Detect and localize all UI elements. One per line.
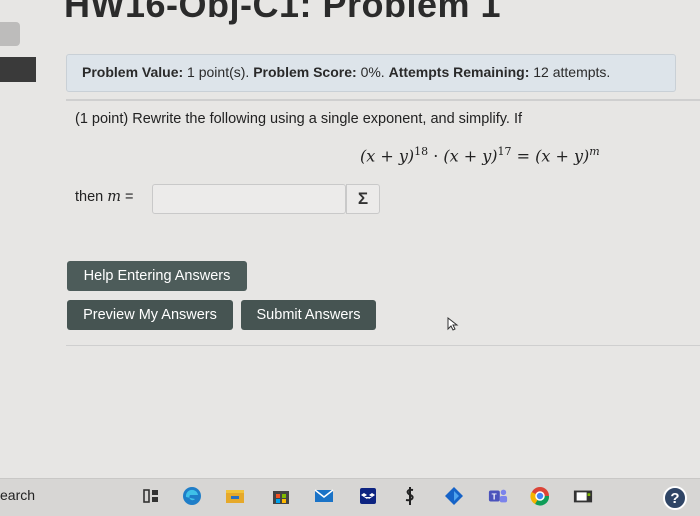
answer-input[interactable] bbox=[152, 184, 346, 214]
edge-browser-icon[interactable] bbox=[182, 486, 202, 506]
help-entering-answers-button[interactable]: Help Entering Answers bbox=[67, 261, 247, 291]
onedrive-icon[interactable] bbox=[444, 486, 464, 506]
taskbar: earch T ? bbox=[0, 478, 700, 516]
equation-base-1: (x + y) bbox=[360, 146, 415, 166]
teams-icon[interactable]: T bbox=[488, 486, 508, 506]
equation-editor-button[interactable]: Σ bbox=[346, 184, 380, 214]
divider-bottom bbox=[66, 345, 700, 346]
submit-answers-button[interactable]: Submit Answers bbox=[241, 300, 376, 330]
problem-value-label: Problem Value: bbox=[82, 64, 184, 80]
chrome-icon[interactable] bbox=[530, 486, 550, 506]
divider-top bbox=[66, 99, 700, 101]
equation: (x + y)18 · (x + y)17 = (x + y)m bbox=[360, 145, 600, 165]
camera-app-icon[interactable] bbox=[573, 486, 593, 506]
taskbar-search[interactable]: earch bbox=[0, 487, 35, 503]
side-tab[interactable] bbox=[0, 22, 20, 46]
file-explorer-icon[interactable] bbox=[225, 486, 245, 506]
equation-exp-2: 17 bbox=[497, 145, 512, 158]
store-icon[interactable] bbox=[271, 486, 291, 506]
dropbox-icon[interactable] bbox=[358, 486, 378, 506]
problem-info-bar: Problem Value: 1 point(s). Problem Score… bbox=[66, 54, 676, 92]
mouse-cursor-icon bbox=[447, 317, 459, 331]
answer-variable: m bbox=[107, 189, 122, 205]
help-icon[interactable]: ? bbox=[663, 486, 687, 510]
dollar-app-icon[interactable] bbox=[400, 486, 420, 506]
svg-text:T: T bbox=[492, 493, 497, 502]
problem-score: 0%. bbox=[360, 64, 385, 80]
attempts-remaining: 12 attempts. bbox=[533, 64, 611, 80]
attempts-label: Attempts Remaining: bbox=[388, 64, 530, 80]
problem-score-label: Problem Score: bbox=[253, 64, 357, 80]
task-view-icon[interactable] bbox=[141, 486, 161, 506]
mail-icon[interactable] bbox=[314, 486, 334, 506]
preview-answers-button[interactable]: Preview My Answers bbox=[67, 300, 233, 330]
problem-value: 1 point(s). bbox=[187, 64, 250, 80]
problem-prompt: (1 point) Rewrite the following using a … bbox=[75, 111, 523, 127]
equation-dot: · bbox=[433, 146, 439, 166]
side-tab-active[interactable] bbox=[0, 57, 36, 82]
answer-label: then m = bbox=[75, 189, 134, 205]
answer-prefix: then bbox=[75, 189, 104, 205]
page-title: HW16-Obj-C1: Problem 1 bbox=[64, 0, 502, 25]
answer-equals: = bbox=[125, 189, 134, 205]
equation-equals: = bbox=[516, 146, 531, 166]
equation-exp-1: 18 bbox=[414, 145, 429, 158]
equation-exp-3: m bbox=[589, 145, 600, 158]
equation-base-2: (x + y) bbox=[443, 146, 498, 166]
equation-base-3: (x + y) bbox=[535, 146, 590, 166]
